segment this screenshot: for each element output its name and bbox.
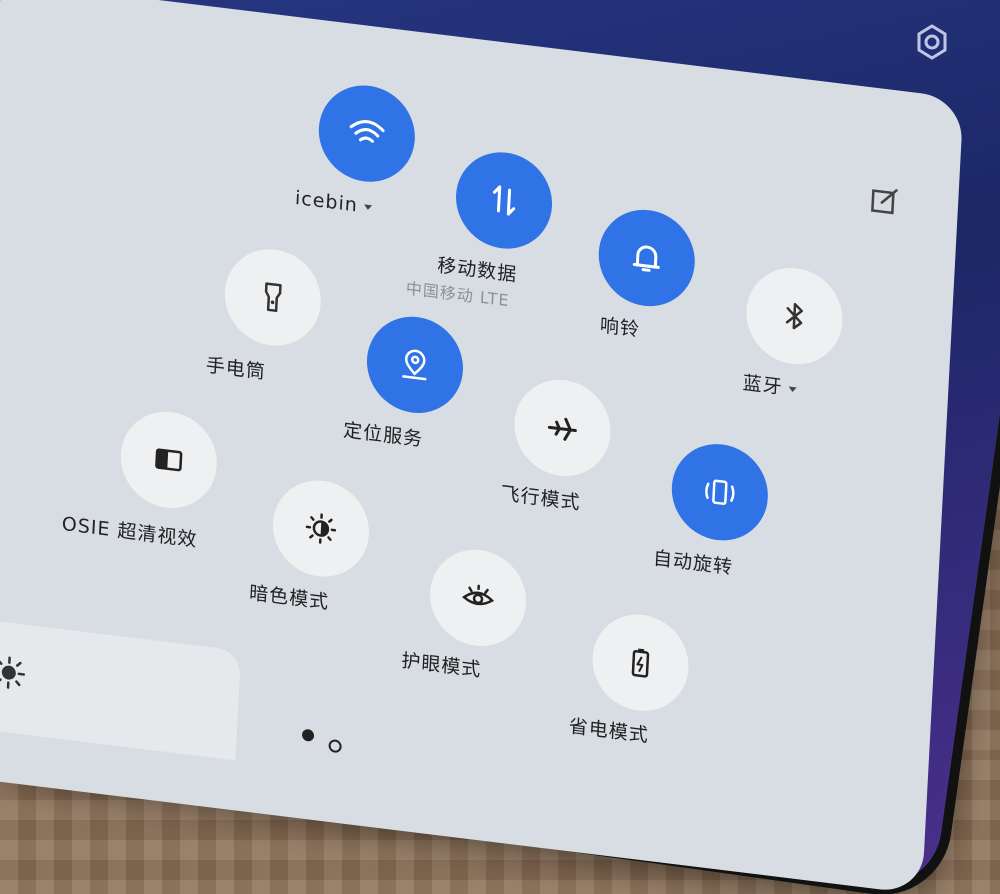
bluetooth-tile[interactable] [743, 262, 845, 370]
osie-label: OSIE 超清视效 [61, 512, 198, 552]
rotation-tile[interactable] [669, 438, 771, 546]
flashlight-label: 手电筒 [205, 354, 267, 384]
osie-tile[interactable] [118, 406, 220, 514]
battery-saver-label: 省电模式 [568, 715, 650, 747]
brightness-slider[interactable] [0, 616, 242, 761]
edit-icon [871, 189, 898, 215]
data-transfer-icon [492, 185, 516, 216]
airplane-label: 飞行模式 [500, 482, 582, 515]
dark-mode-label: 暗色模式 [248, 581, 330, 614]
dark-mode-icon [305, 513, 337, 544]
gear-icon [917, 24, 947, 60]
bluetooth-icon [785, 302, 803, 330]
wifi-tile[interactable] [316, 80, 418, 188]
location-label: 定位服务 [342, 419, 424, 451]
wifi-label: icebin [295, 187, 373, 218]
flashlight-tile[interactable] [222, 243, 324, 351]
brightness-icon [0, 656, 26, 689]
battery-saver-icon [631, 648, 650, 678]
ringer-tile[interactable] [596, 204, 698, 312]
eye-comfort-tile[interactable] [427, 544, 529, 652]
mobile-data-tile[interactable] [453, 146, 555, 255]
bell-icon [632, 245, 660, 272]
osie-icon [155, 448, 183, 472]
rotation-label: 自动旋转 [652, 547, 734, 579]
edit-button[interactable] [867, 182, 903, 220]
location-icon [402, 349, 427, 381]
page-indicator-1[interactable] [301, 728, 315, 742]
eye-comfort-label: 护眼模式 [400, 649, 482, 682]
eye-icon [462, 584, 495, 606]
ringer-label: 响铃 [599, 314, 641, 342]
battery-saver-tile[interactable] [590, 609, 691, 717]
quick-settings-panel: icebin 移动数据 中国移动 LTE 响铃 蓝牙 手电筒 定位服务 飞行模式… [0, 0, 964, 894]
page-indicator-2[interactable] [328, 738, 342, 754]
location-tile[interactable] [364, 311, 466, 419]
airplane-tile[interactable] [511, 374, 613, 482]
bluetooth-label: 蓝牙 [742, 368, 797, 401]
wifi-icon [349, 120, 385, 143]
dark-mode-tile[interactable] [270, 474, 372, 583]
flashlight-icon [264, 282, 282, 313]
airplane-icon [547, 417, 577, 441]
rotate-icon [705, 479, 735, 505]
settings-button[interactable] [912, 22, 952, 62]
